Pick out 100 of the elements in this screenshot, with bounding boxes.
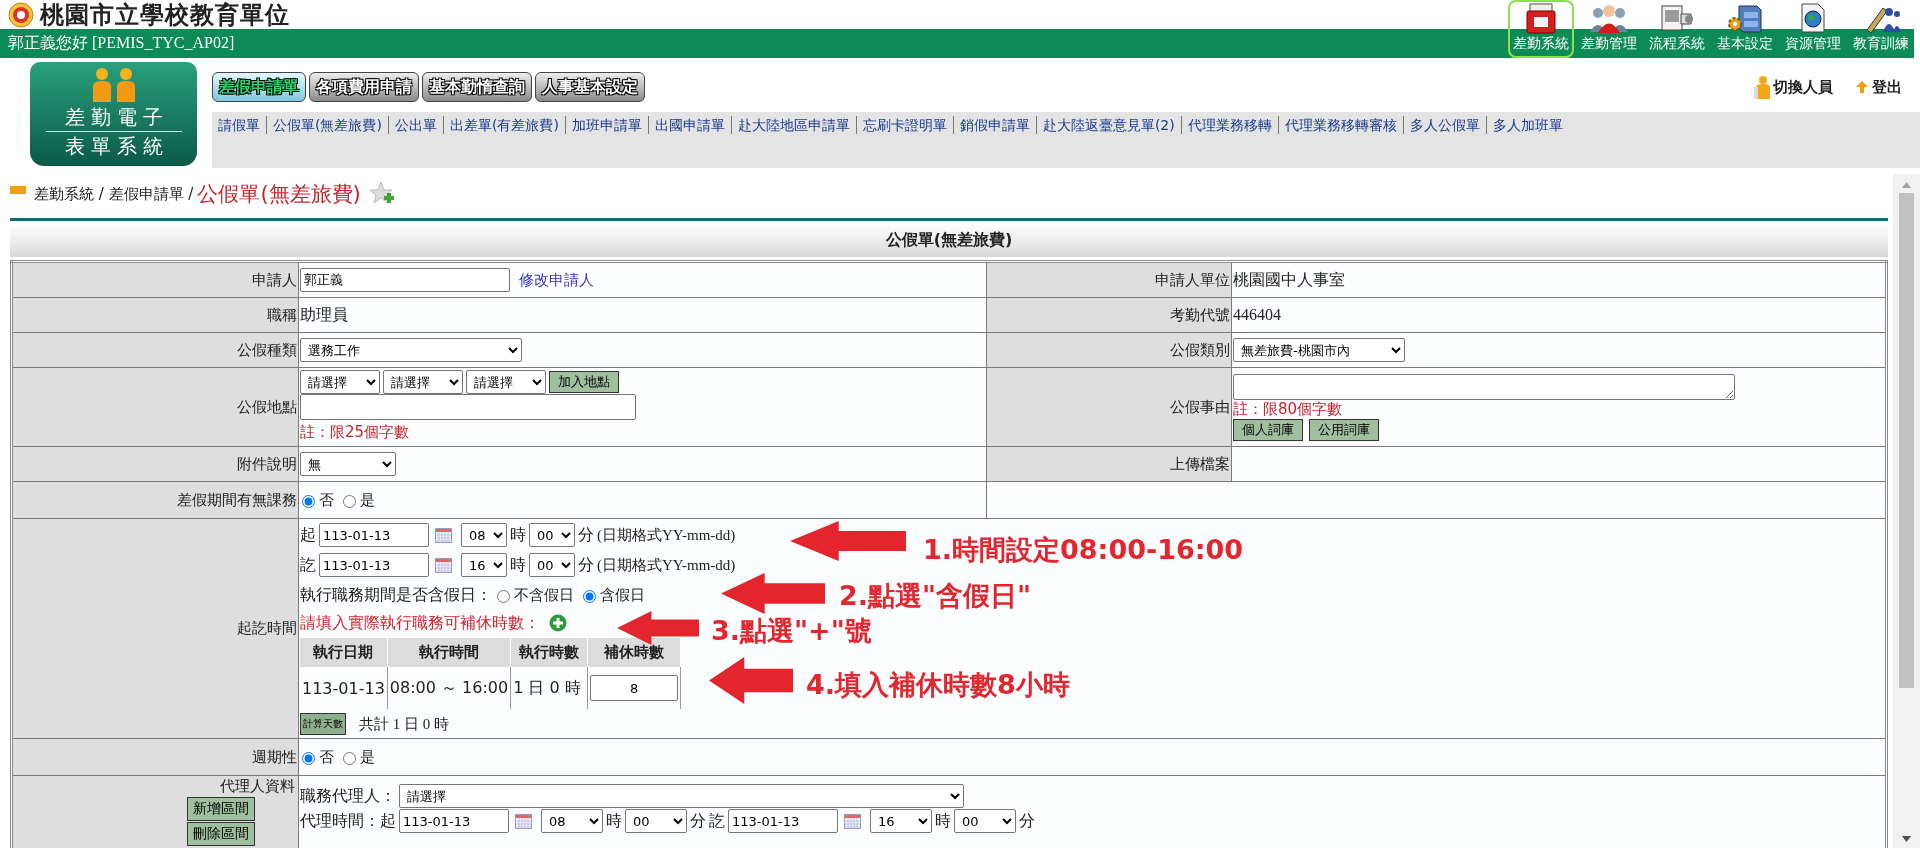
dropdown[interactable]: 請選擇 [300,370,380,394]
dropdown[interactable]: 請選擇 [383,370,463,394]
location-field[interactable] [300,394,636,420]
unit-label: 時 [606,810,622,831]
unit-label: 時 [935,810,951,831]
date-field[interactable]: 113-01-13 [319,553,429,577]
question-text: 執行職務期間是否含假日： [300,584,492,605]
minute-dropdown[interactable]: 00 [954,809,1016,833]
column-header: 執行時間 [387,638,511,667]
hour-dropdown[interactable]: 16 [461,553,507,577]
scrollbar[interactable] [1893,174,1920,848]
date-field[interactable]: 113-01-13 [399,809,509,833]
form-link[interactable]: 忘刷卡證明單 [855,116,953,134]
annotation-text: 1.時間設定08:00-16:00 [923,533,1244,567]
hour-dropdown[interactable]: 16 [870,809,932,833]
header-link[interactable]: 切換人員 [1773,77,1833,97]
unit-label: 時 [510,524,526,545]
tab[interactable]: 基本勤惰查詢 [422,72,532,102]
system-nav-item[interactable]: 基本設定 [1712,0,1778,58]
dropdown[interactable]: 請選擇 [466,370,546,394]
person-icon [1754,75,1770,99]
calculate-button[interactable]: 計算天數 [300,713,346,735]
system-nav-item[interactable]: 資源管理 [1780,0,1846,58]
form-link[interactable]: 赴大陸返臺意見單(2) [1035,116,1181,134]
calendar-icon[interactable] [435,527,452,543]
tab[interactable]: 人事基本設定 [535,72,645,102]
dropdown[interactable]: 無差旅費-桃園市內 [1233,338,1405,362]
field-label: 職稱 [11,297,299,333]
name-field[interactable]: 郭正義 [300,268,510,292]
total-text: 共計 1 日 0 時 [359,714,449,734]
form-link[interactable]: 多人公假單 [1402,116,1486,134]
star-add-icon[interactable] [368,181,395,207]
date-field[interactable]: 113-01-13 [728,809,838,833]
field-value: 助理員 [300,305,348,323]
system-nav-item[interactable]: 教育訓練 [1848,0,1914,58]
header-link[interactable]: 登出 [1872,77,1902,97]
add-location-button[interactable]: 加入地點 [549,371,619,393]
calendar-icon[interactable] [515,813,532,829]
minute-dropdown[interactable]: 00 [529,553,575,577]
form-link[interactable]: 出差單(有差旅費) [442,116,565,134]
table-cell: 113-01-13 [300,667,388,709]
logo-text: 表單系統 [63,133,169,159]
form-link[interactable]: 多人加班單 [1485,116,1569,134]
radio-button[interactable] [302,752,315,765]
greeting-text: 郭正義您好 [PEMIS_TYC_AP02] [7,33,235,53]
field-label: 公假地點 [11,367,299,447]
system-nav-item[interactable]: 差勤管理 [1576,0,1642,58]
tab[interactable]: 各項費用申請 [309,72,419,102]
logo-text: 差勤電子 [63,104,169,130]
system-nav-item[interactable]: 差勤系統 [1508,0,1574,58]
dropdown[interactable]: 選務工作 [300,338,522,362]
option-label: 否 [319,490,334,510]
form-link[interactable]: 代理業務移轉 [1180,116,1278,134]
unit-label: 分 [578,554,594,575]
form-link[interactable]: 銷假申請單 [952,116,1036,134]
scroll-down-icon[interactable] [1902,836,1911,842]
add-icon[interactable] [549,614,567,632]
minute-dropdown[interactable]: 00 [529,523,575,547]
field-label-text: 職務代理人： [300,785,396,806]
form-link[interactable]: 公假單(無差旅費) [266,116,388,134]
form-link[interactable]: 公出單 [387,116,443,134]
date-field[interactable]: 113-01-13 [319,523,429,547]
scroll-up-icon[interactable] [1902,182,1911,188]
option-label: 否 [319,747,334,767]
radio-button[interactable] [343,495,356,508]
form-link[interactable]: 加班申請單 [564,116,648,134]
reason-field[interactable] [1233,373,1735,400]
radio-button[interactable] [497,590,510,603]
annotation-text: 3.點選"+"號 [711,614,872,648]
column-header: 執行時數 [510,638,588,667]
hour-dropdown[interactable]: 08 [461,523,507,547]
form-link[interactable]: 請假單 [216,116,266,134]
radio-button[interactable] [343,752,356,765]
system-nav-item[interactable]: 流程系統 [1644,0,1710,58]
minute-dropdown[interactable]: 00 [625,809,687,833]
agent-dropdown[interactable]: 請選擇 [399,784,964,808]
field-label: 申請人 [11,261,299,298]
table-cell: 08:00 ～ 16:00 [387,667,511,709]
calendar-icon[interactable] [844,813,861,829]
up-arrow-icon [1855,80,1869,94]
radio-button[interactable] [583,590,596,603]
field-label: 差假期間有無課務 [11,481,299,519]
field-label: 起訖時間 [11,518,299,739]
radio-button[interactable] [302,495,315,508]
field-label: 公假種類 [11,332,299,368]
hour-dropdown[interactable]: 08 [541,809,603,833]
format-hint: (日期格式YY-mm-dd) [597,525,736,545]
form-link[interactable]: 出國申請單 [647,116,731,134]
hours-field[interactable]: 8 [590,675,679,701]
calendar-icon[interactable] [435,557,452,573]
option-label: 是 [360,490,375,510]
annotation-text: 2.點選"含假日" [839,579,1032,613]
form-link[interactable]: 代理業務移轉審核 [1277,116,1403,134]
interval-button[interactable]: 新增區間 [187,797,255,821]
phrase-button[interactable]: 公用詞庫 [1309,418,1379,441]
phrase-button[interactable]: 個人詞庫 [1233,418,1303,441]
form-link[interactable]: 赴大陸地區申請單 [730,116,856,134]
dropdown[interactable]: 無 [300,452,396,476]
section-marker [10,186,26,194]
interval-button[interactable]: 刪除區間 [187,822,255,846]
